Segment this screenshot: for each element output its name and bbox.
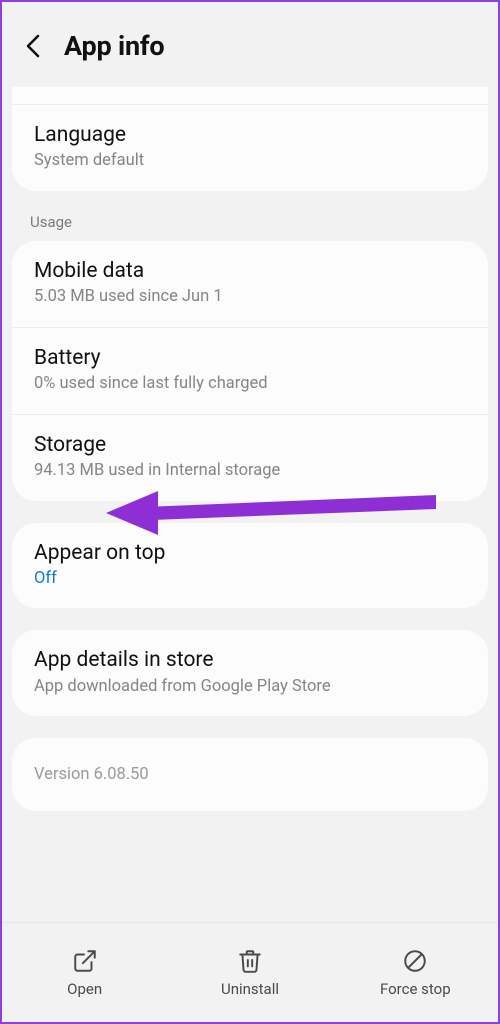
row-sub: App downloaded from Google Play Store <box>34 677 466 698</box>
row-app-details[interactable]: App details in store App downloaded from… <box>12 630 488 716</box>
row-sub: 5.03 MB used since Jun 1 <box>34 287 466 308</box>
clipped-row <box>12 87 488 105</box>
trash-icon <box>237 948 263 974</box>
row-title: Battery <box>34 345 466 371</box>
header: App info <box>2 2 498 80</box>
row-sub: 94.13 MB used in Internal storage <box>34 461 466 482</box>
button-label: Open <box>67 980 102 998</box>
row-sub: System default <box>34 151 466 172</box>
uninstall-button[interactable]: Uninstall <box>167 923 332 1022</box>
section-usage-label: Usage <box>2 213 498 241</box>
page-title: App info <box>64 30 164 62</box>
row-title: App details in store <box>34 647 466 673</box>
force-stop-button[interactable]: Force stop <box>333 923 498 1022</box>
stop-icon <box>402 948 428 974</box>
row-title: Mobile data <box>34 258 466 284</box>
app-info-screen: App info Language System default Usage M… <box>0 0 500 1024</box>
row-sub: 0% used since last fully charged <box>34 374 466 395</box>
row-sub: Off <box>34 569 466 590</box>
card-app-details: App details in store App downloaded from… <box>12 630 488 716</box>
row-title: Storage <box>34 432 466 458</box>
version-label: Version 6.08.50 <box>34 765 466 784</box>
row-title: Appear on top <box>34 540 466 566</box>
row-language[interactable]: Language System default <box>12 105 488 191</box>
button-label: Uninstall <box>221 980 279 998</box>
row-storage[interactable]: Storage 94.13 MB used in Internal storag… <box>12 414 488 501</box>
row-battery[interactable]: Battery 0% used since last fully charged <box>12 327 488 414</box>
card-version: Version 6.08.50 <box>12 738 488 811</box>
row-mobile-data[interactable]: Mobile data 5.03 MB used since Jun 1 <box>12 241 488 327</box>
open-icon <box>72 948 98 974</box>
card-previous: Language System default <box>12 87 488 191</box>
content-scroll[interactable]: Language System default Usage Mobile dat… <box>2 87 498 922</box>
card-appear-on-top: Appear on top Off <box>12 523 488 609</box>
back-icon[interactable] <box>24 32 44 60</box>
row-appear-on-top[interactable]: Appear on top Off <box>12 523 488 609</box>
card-usage: Mobile data 5.03 MB used since Jun 1 Bat… <box>12 241 488 501</box>
open-button[interactable]: Open <box>2 923 167 1022</box>
row-title: Language <box>34 122 466 148</box>
button-label: Force stop <box>380 980 451 998</box>
bottom-bar: Open Uninstall Force stop <box>2 922 498 1022</box>
